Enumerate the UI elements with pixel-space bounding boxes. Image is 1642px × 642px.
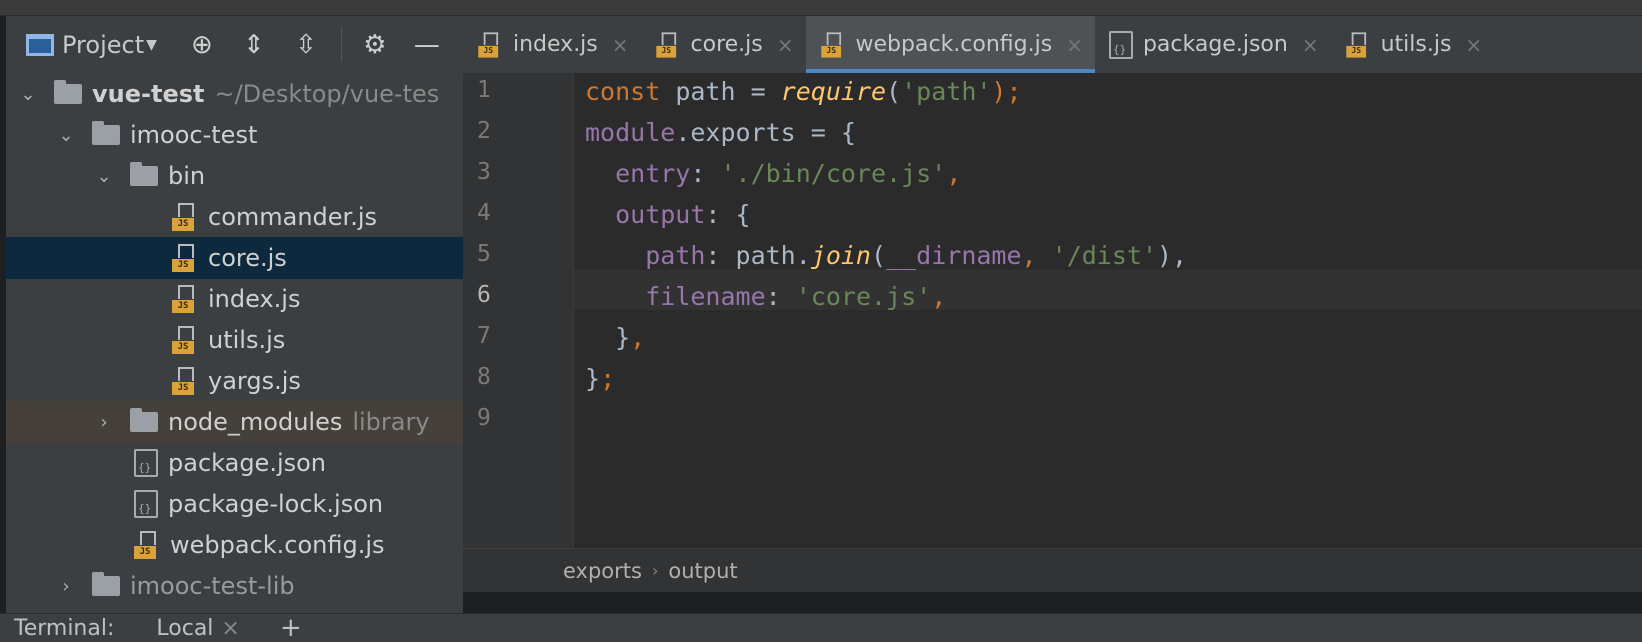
folder-icon (92, 121, 120, 145)
code-line-3: entry: './bin/core.js', (585, 159, 962, 188)
editor-tabs: JS index.js × JS core.js × JS webpack.co… (463, 16, 1642, 73)
tree-item-label: utils.js (208, 326, 286, 354)
code-line-2: module.exports = { (585, 118, 856, 147)
close-icon[interactable]: × (1066, 33, 1083, 57)
code-editor[interactable]: 1 2 3 4 5 6 7 8 9 const path = require('… (463, 73, 1642, 592)
library-badge: library (352, 408, 430, 436)
folder-icon (130, 408, 158, 432)
window-top-bar (0, 0, 1642, 16)
tab-index-js[interactable]: JS index.js × (463, 16, 641, 73)
breadcrumb-item-exports[interactable]: exports (563, 559, 642, 583)
tree-item-webpack-config-js[interactable]: JS webpack.config.js (6, 524, 463, 566)
close-icon[interactable]: × (1465, 33, 1482, 57)
tree-item-bin[interactable]: ⌄ bin (6, 155, 463, 197)
tab-webpack-config-js[interactable]: JS webpack.config.js × (805, 16, 1096, 73)
js-file-icon: JS (134, 531, 160, 559)
tree-item-commander-js[interactable]: JS commander.js (6, 196, 463, 238)
chevron-right-icon[interactable]: › (54, 576, 78, 597)
terminal-tab-local[interactable]: Local (156, 616, 213, 641)
tab-label: utils.js (1380, 32, 1452, 57)
close-icon[interactable]: × (1302, 33, 1319, 57)
project-tree: ⌄ vue-test ~/Desktop/vue-tes ⌄ imooc-tes… (6, 73, 463, 613)
project-window-icon (26, 33, 54, 56)
tree-item-package-lock-json[interactable]: {} package-lock.json (6, 483, 463, 525)
code-line-5: path: path.join(__dirname, '/dist'), (585, 241, 1188, 270)
chevron-down-icon[interactable]: ⌄ (16, 84, 40, 105)
code-line-7: }, (585, 323, 646, 352)
tree-item-label: index.js (208, 285, 301, 313)
close-icon[interactable]: × (612, 33, 629, 57)
code-line-6: filename: 'core.js', (585, 282, 947, 311)
js-file-icon: JS (478, 31, 501, 58)
tab-core-js[interactable]: JS core.js × (641, 16, 806, 73)
code-line-4: output: { (585, 200, 751, 229)
chevron-right-icon: › (651, 561, 659, 580)
js-file-icon: JS (1345, 31, 1369, 58)
breadcrumb: exports › output (463, 548, 1642, 592)
tree-item-imooc-test-lib[interactable]: › imooc-test-lib (6, 565, 463, 607)
gear-icon[interactable]: ⚙ (358, 28, 392, 62)
tree-item-vue-test[interactable]: ⌄ vue-test ~/Desktop/vue-tes (6, 73, 463, 115)
close-icon[interactable]: × (221, 616, 239, 641)
tree-item-path: ~/Desktop/vue-tes (214, 80, 440, 108)
json-file-icon: {} (134, 449, 158, 477)
tab-label: index.js (513, 32, 598, 57)
project-view-selector[interactable]: Project (62, 31, 144, 59)
folder-icon (54, 80, 82, 104)
toolbar-divider (340, 27, 342, 62)
tree-item-label: node_modules (168, 408, 343, 436)
hide-panel-icon[interactable]: — (410, 28, 444, 62)
chevron-right-icon[interactable]: › (92, 412, 116, 433)
tab-label: core.js (690, 32, 763, 57)
code-line-1: const path = require('path'); (585, 77, 1022, 106)
tab-label: package.json (1142, 32, 1288, 57)
json-file-icon: {} (1108, 30, 1133, 59)
tree-item-yargs-js[interactable]: JS yargs.js (6, 360, 463, 402)
collapse-all-icon[interactable]: ⇳ (289, 28, 323, 62)
js-file-icon: JS (172, 244, 198, 272)
locate-file-icon[interactable]: ⊕ (185, 28, 219, 62)
tree-item-label: imooc-test (130, 121, 258, 149)
json-file-icon: {} (134, 490, 158, 518)
js-file-icon: JS (655, 31, 679, 58)
tree-item-core-js[interactable]: JS core.js (6, 237, 463, 279)
tree-item-label: vue-test (92, 80, 205, 108)
tree-item-label: commander.js (208, 203, 378, 231)
new-terminal-button[interactable]: + (280, 614, 302, 642)
js-file-icon: JS (172, 367, 198, 395)
tree-item-imooc-test[interactable]: ⌄ imooc-test (6, 114, 463, 156)
tree-item-label: package.json (168, 449, 327, 477)
terminal-title: Terminal: (14, 615, 115, 641)
tab-package-json[interactable]: {} package.json × (1095, 16, 1331, 73)
code-line-8: }; (585, 364, 616, 393)
breadcrumb-item-output[interactable]: output (668, 559, 737, 583)
tree-item-package-json[interactable]: {} package.json (6, 442, 463, 484)
close-icon[interactable]: × (777, 33, 794, 57)
expand-all-icon[interactable]: ⇕ (237, 28, 271, 62)
tree-item-utils-js[interactable]: JS utils.js (6, 319, 463, 361)
tab-label: webpack.config.js (855, 32, 1053, 57)
code-content[interactable]: const path = require('path'); module.exp… (463, 73, 1642, 543)
folder-icon (92, 572, 120, 596)
tree-item-label: core.js (208, 244, 287, 272)
tree-item-node-modules[interactable]: › node_modules library (6, 401, 463, 443)
folder-icon (130, 162, 158, 186)
js-file-icon: JS (172, 326, 198, 354)
tree-item-label: package-lock.json (168, 490, 384, 518)
chevron-down-icon[interactable]: ▼ (146, 37, 157, 53)
tree-item-label: yargs.js (208, 367, 301, 395)
tree-item-index-js[interactable]: JS index.js (6, 278, 463, 320)
js-file-icon: JS (172, 285, 198, 313)
chevron-down-icon[interactable]: ⌄ (92, 166, 116, 187)
js-file-icon: JS (820, 31, 844, 58)
tree-item-label: imooc-test-lib (130, 572, 295, 600)
chevron-down-icon[interactable]: ⌄ (54, 125, 78, 146)
tree-item-label: bin (168, 162, 206, 190)
project-panel-header: Project ▼ ⊕ ⇕ ⇳ ⚙ — (6, 16, 463, 73)
js-file-icon: JS (172, 203, 198, 231)
terminal-tool-window-header: Terminal: Local × + (0, 613, 1642, 642)
tab-utils-js[interactable]: JS utils.js × (1331, 16, 1495, 73)
tree-item-label: webpack.config.js (170, 531, 385, 559)
